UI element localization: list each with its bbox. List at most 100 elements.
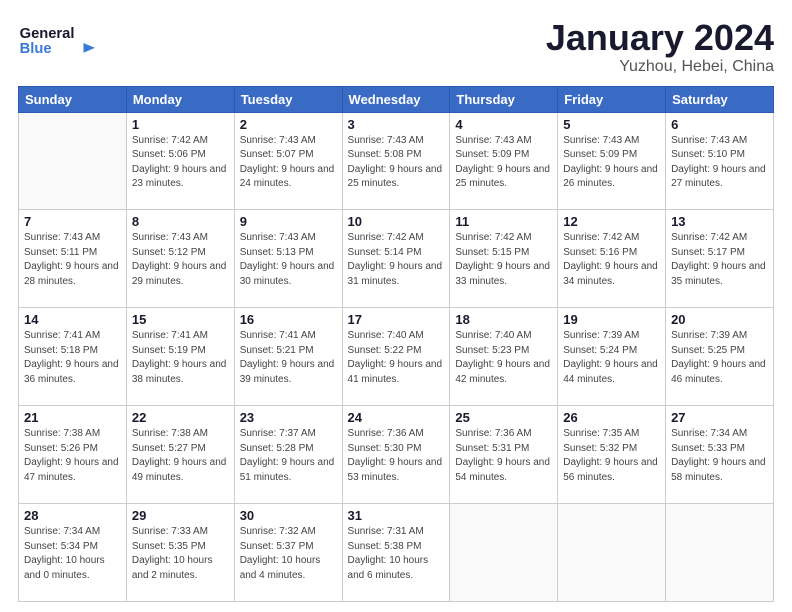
calendar-cell-w3-d2: 23 Sunrise: 7:37 AM Sunset: 5:28 PM Dayli… bbox=[234, 406, 342, 504]
title-block: January 2024 Yuzhou, Hebei, China bbox=[546, 18, 774, 76]
day-number: 16 bbox=[240, 312, 337, 327]
calendar-cell-w3-d4: 25 Sunrise: 7:36 AM Sunset: 5:31 PM Dayli… bbox=[450, 406, 558, 504]
day-number: 28 bbox=[24, 508, 121, 523]
day-info: Sunrise: 7:41 AM Sunset: 5:18 PM Dayligh… bbox=[24, 329, 121, 387]
day-info: Sunrise: 7:43 AM Sunset: 5:07 PM Dayligh… bbox=[240, 134, 337, 192]
calendar-cell-w2-d3: 17 Sunrise: 7:40 AM Sunset: 5:22 PM Dayli… bbox=[342, 308, 450, 406]
calendar-cell-w4-d4 bbox=[450, 504, 558, 602]
day-info: Sunrise: 7:36 AM Sunset: 5:31 PM Dayligh… bbox=[455, 427, 552, 485]
day-info: Sunrise: 7:31 AM Sunset: 5:38 PM Dayligh… bbox=[348, 525, 445, 583]
day-info: Sunrise: 7:42 AM Sunset: 5:14 PM Dayligh… bbox=[348, 231, 445, 289]
calendar-week-2: 14 Sunrise: 7:41 AM Sunset: 5:18 PM Dayli… bbox=[19, 308, 774, 406]
day-info: Sunrise: 7:36 AM Sunset: 5:30 PM Dayligh… bbox=[348, 427, 445, 485]
calendar-header-row: Sunday Monday Tuesday Wednesday Thursday… bbox=[19, 86, 774, 112]
day-number: 12 bbox=[563, 214, 660, 229]
calendar-cell-w1-d5: 12 Sunrise: 7:42 AM Sunset: 5:16 PM Dayli… bbox=[558, 210, 666, 308]
col-wednesday: Wednesday bbox=[342, 86, 450, 112]
calendar-cell-w2-d4: 18 Sunrise: 7:40 AM Sunset: 5:23 PM Dayli… bbox=[450, 308, 558, 406]
calendar-cell-w1-d1: 8 Sunrise: 7:43 AM Sunset: 5:12 PM Daylig… bbox=[126, 210, 234, 308]
calendar-cell-w4-d1: 29 Sunrise: 7:33 AM Sunset: 5:35 PM Dayli… bbox=[126, 504, 234, 602]
subtitle: Yuzhou, Hebei, China bbox=[546, 58, 774, 76]
logo: General Blue bbox=[18, 18, 108, 63]
day-info: Sunrise: 7:40 AM Sunset: 5:23 PM Dayligh… bbox=[455, 329, 552, 387]
page: General Blue January 2024 Yuzhou, Hebei,… bbox=[0, 0, 792, 612]
calendar-cell-w4-d6 bbox=[666, 504, 774, 602]
day-number: 21 bbox=[24, 410, 121, 425]
day-info: Sunrise: 7:40 AM Sunset: 5:22 PM Dayligh… bbox=[348, 329, 445, 387]
month-title: January 2024 bbox=[546, 18, 774, 58]
day-info: Sunrise: 7:33 AM Sunset: 5:35 PM Dayligh… bbox=[132, 525, 229, 583]
calendar-cell-w4-d2: 30 Sunrise: 7:32 AM Sunset: 5:37 PM Dayli… bbox=[234, 504, 342, 602]
calendar-cell-w2-d6: 20Sunrise: 7:39 AM Sunset: 5:25 PM Dayli… bbox=[666, 308, 774, 406]
calendar-cell-w3-d1: 22Sunrise: 7:38 AM Sunset: 5:27 PM Dayli… bbox=[126, 406, 234, 504]
calendar-cell-w1-d2: 9Sunrise: 7:43 AM Sunset: 5:13 PM Daylig… bbox=[234, 210, 342, 308]
svg-text:General: General bbox=[20, 26, 75, 42]
svg-text:Blue: Blue bbox=[20, 41, 52, 57]
calendar-cell-w4-d3: 31Sunrise: 7:31 AM Sunset: 5:38 PM Dayli… bbox=[342, 504, 450, 602]
day-number: 20 bbox=[671, 312, 768, 327]
calendar-cell-w3-d3: 24 Sunrise: 7:36 AM Sunset: 5:30 PM Dayli… bbox=[342, 406, 450, 504]
day-number: 17 bbox=[348, 312, 445, 327]
day-number: 23 bbox=[240, 410, 337, 425]
day-number: 3 bbox=[348, 117, 445, 132]
calendar-cell-w0-d4: 4Sunrise: 7:43 AM Sunset: 5:09 PM Daylig… bbox=[450, 112, 558, 210]
day-number: 1 bbox=[132, 117, 229, 132]
day-number: 18 bbox=[455, 312, 552, 327]
calendar-cell-w3-d6: 27 Sunrise: 7:34 AM Sunset: 5:33 PM Dayli… bbox=[666, 406, 774, 504]
day-info: Sunrise: 7:42 AM Sunset: 5:16 PM Dayligh… bbox=[563, 231, 660, 289]
day-number: 29 bbox=[132, 508, 229, 523]
day-info: Sunrise: 7:32 AM Sunset: 5:37 PM Dayligh… bbox=[240, 525, 337, 583]
calendar-cell-w4-d0: 28 Sunrise: 7:34 AM Sunset: 5:34 PM Dayli… bbox=[19, 504, 127, 602]
calendar-week-3: 21 Sunrise: 7:38 AM Sunset: 5:26 PM Dayli… bbox=[19, 406, 774, 504]
day-info: Sunrise: 7:37 AM Sunset: 5:28 PM Dayligh… bbox=[240, 427, 337, 485]
day-number: 10 bbox=[348, 214, 445, 229]
calendar-cell-w2-d2: 16 Sunrise: 7:41 AM Sunset: 5:21 PM Dayli… bbox=[234, 308, 342, 406]
day-number: 2 bbox=[240, 117, 337, 132]
day-info: Sunrise: 7:34 AM Sunset: 5:33 PM Dayligh… bbox=[671, 427, 768, 485]
calendar-week-0: 1 Sunrise: 7:42 AM Sunset: 5:06 PM Daylig… bbox=[19, 112, 774, 210]
day-number: 30 bbox=[240, 508, 337, 523]
day-info: Sunrise: 7:43 AM Sunset: 5:12 PM Dayligh… bbox=[132, 231, 229, 289]
day-info: Sunrise: 7:41 AM Sunset: 5:19 PM Dayligh… bbox=[132, 329, 229, 387]
calendar-cell-w0-d5: 5 Sunrise: 7:43 AM Sunset: 5:09 PM Daylig… bbox=[558, 112, 666, 210]
calendar-cell-w3-d5: 26Sunrise: 7:35 AM Sunset: 5:32 PM Dayli… bbox=[558, 406, 666, 504]
day-info: Sunrise: 7:42 AM Sunset: 5:17 PM Dayligh… bbox=[671, 231, 768, 289]
logo-svg: General Blue bbox=[18, 18, 108, 63]
day-info: Sunrise: 7:42 AM Sunset: 5:06 PM Dayligh… bbox=[132, 134, 229, 192]
day-info: Sunrise: 7:42 AM Sunset: 5:15 PM Dayligh… bbox=[455, 231, 552, 289]
calendar-cell-w1-d0: 7Sunrise: 7:43 AM Sunset: 5:11 PM Daylig… bbox=[19, 210, 127, 308]
day-info: Sunrise: 7:38 AM Sunset: 5:26 PM Dayligh… bbox=[24, 427, 121, 485]
calendar-cell-w0-d3: 3Sunrise: 7:43 AM Sunset: 5:08 PM Daylig… bbox=[342, 112, 450, 210]
day-number: 13 bbox=[671, 214, 768, 229]
col-saturday: Saturday bbox=[666, 86, 774, 112]
day-number: 7 bbox=[24, 214, 121, 229]
col-tuesday: Tuesday bbox=[234, 86, 342, 112]
day-number: 8 bbox=[132, 214, 229, 229]
day-number: 5 bbox=[563, 117, 660, 132]
day-info: Sunrise: 7:43 AM Sunset: 5:13 PM Dayligh… bbox=[240, 231, 337, 289]
calendar-cell-w1-d6: 13 Sunrise: 7:42 AM Sunset: 5:17 PM Dayli… bbox=[666, 210, 774, 308]
day-number: 27 bbox=[671, 410, 768, 425]
day-number: 26 bbox=[563, 410, 660, 425]
calendar-cell-w1-d3: 10 Sunrise: 7:42 AM Sunset: 5:14 PM Dayli… bbox=[342, 210, 450, 308]
calendar-cell-w3-d0: 21 Sunrise: 7:38 AM Sunset: 5:26 PM Dayli… bbox=[19, 406, 127, 504]
day-number: 11 bbox=[455, 214, 552, 229]
calendar-cell-w4-d5 bbox=[558, 504, 666, 602]
day-info: Sunrise: 7:39 AM Sunset: 5:24 PM Dayligh… bbox=[563, 329, 660, 387]
calendar-cell-w0-d1: 1 Sunrise: 7:42 AM Sunset: 5:06 PM Daylig… bbox=[126, 112, 234, 210]
day-number: 6 bbox=[671, 117, 768, 132]
day-info: Sunrise: 7:41 AM Sunset: 5:21 PM Dayligh… bbox=[240, 329, 337, 387]
day-number: 19 bbox=[563, 312, 660, 327]
calendar-cell-w0-d6: 6Sunrise: 7:43 AM Sunset: 5:10 PM Daylig… bbox=[666, 112, 774, 210]
calendar-cell-w2-d1: 15Sunrise: 7:41 AM Sunset: 5:19 PM Dayli… bbox=[126, 308, 234, 406]
calendar-cell-w0-d2: 2 Sunrise: 7:43 AM Sunset: 5:07 PM Daylig… bbox=[234, 112, 342, 210]
day-info: Sunrise: 7:43 AM Sunset: 5:09 PM Dayligh… bbox=[563, 134, 660, 192]
col-monday: Monday bbox=[126, 86, 234, 112]
calendar-cell-w2-d0: 14 Sunrise: 7:41 AM Sunset: 5:18 PM Dayli… bbox=[19, 308, 127, 406]
day-number: 24 bbox=[348, 410, 445, 425]
day-info: Sunrise: 7:34 AM Sunset: 5:34 PM Dayligh… bbox=[24, 525, 121, 583]
day-number: 14 bbox=[24, 312, 121, 327]
day-number: 25 bbox=[455, 410, 552, 425]
calendar-table: Sunday Monday Tuesday Wednesday Thursday… bbox=[18, 86, 774, 602]
day-info: Sunrise: 7:38 AM Sunset: 5:27 PM Dayligh… bbox=[132, 427, 229, 485]
